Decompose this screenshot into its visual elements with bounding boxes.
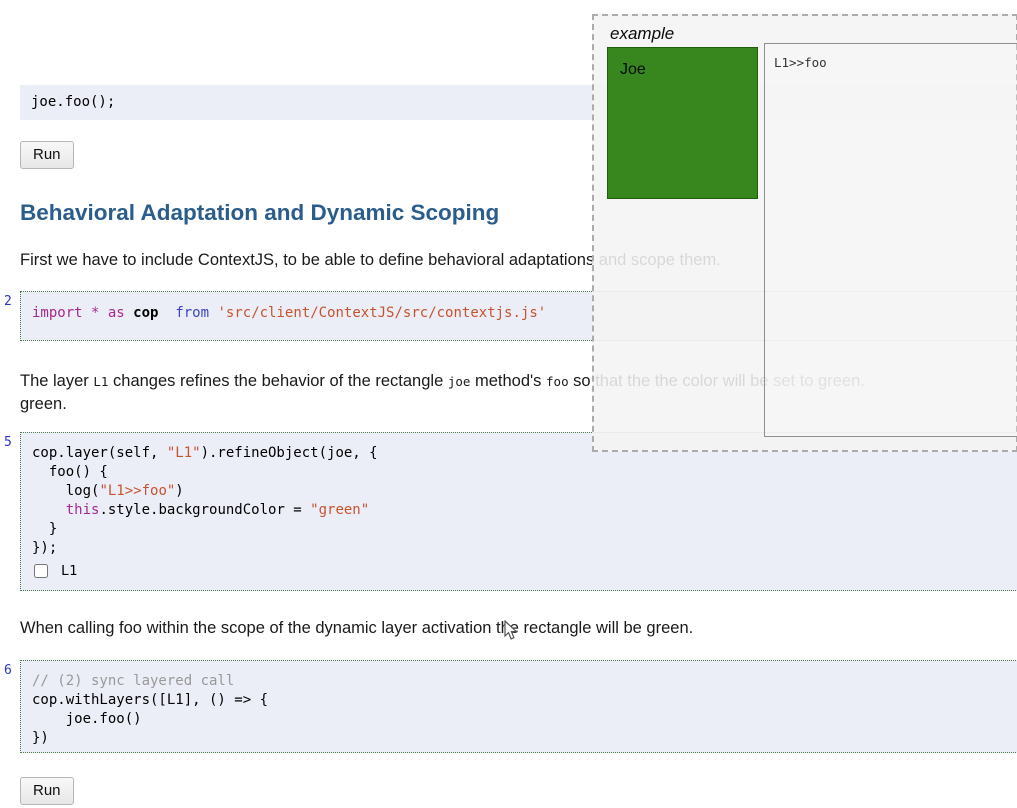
layer-toggle-row: L1 bbox=[34, 561, 1017, 581]
cell-number: 5 bbox=[4, 435, 12, 450]
example-window-title: example bbox=[610, 24, 675, 43]
log-output-text: L1>>foo bbox=[774, 55, 827, 70]
log-output-pane[interactable]: L1>>foo bbox=[764, 43, 1017, 437]
example-window: example Joe L1>>foo bbox=[592, 14, 1017, 452]
cell-number: 2 bbox=[4, 294, 12, 309]
code-cell-with-layers[interactable]: 6 // (2) sync layered call cop.withLayers… bbox=[4, 660, 1017, 753]
layer-checkbox-label: L1 bbox=[61, 563, 78, 579]
code-cell-refine-object[interactable]: 5 cop.layer(self, "L1").refineObject(joe… bbox=[4, 432, 1017, 591]
joe-rectangle[interactable]: Joe bbox=[607, 47, 758, 199]
cell-number: 6 bbox=[4, 663, 12, 678]
run-button-bottom[interactable]: Run bbox=[20, 777, 74, 805]
joe-rectangle-label: Joe bbox=[620, 61, 646, 78]
layer-checkbox[interactable] bbox=[34, 564, 48, 578]
paragraph-when-calling: When calling foo within the scope of the… bbox=[20, 619, 694, 637]
run-button-top[interactable]: Run bbox=[20, 141, 74, 169]
